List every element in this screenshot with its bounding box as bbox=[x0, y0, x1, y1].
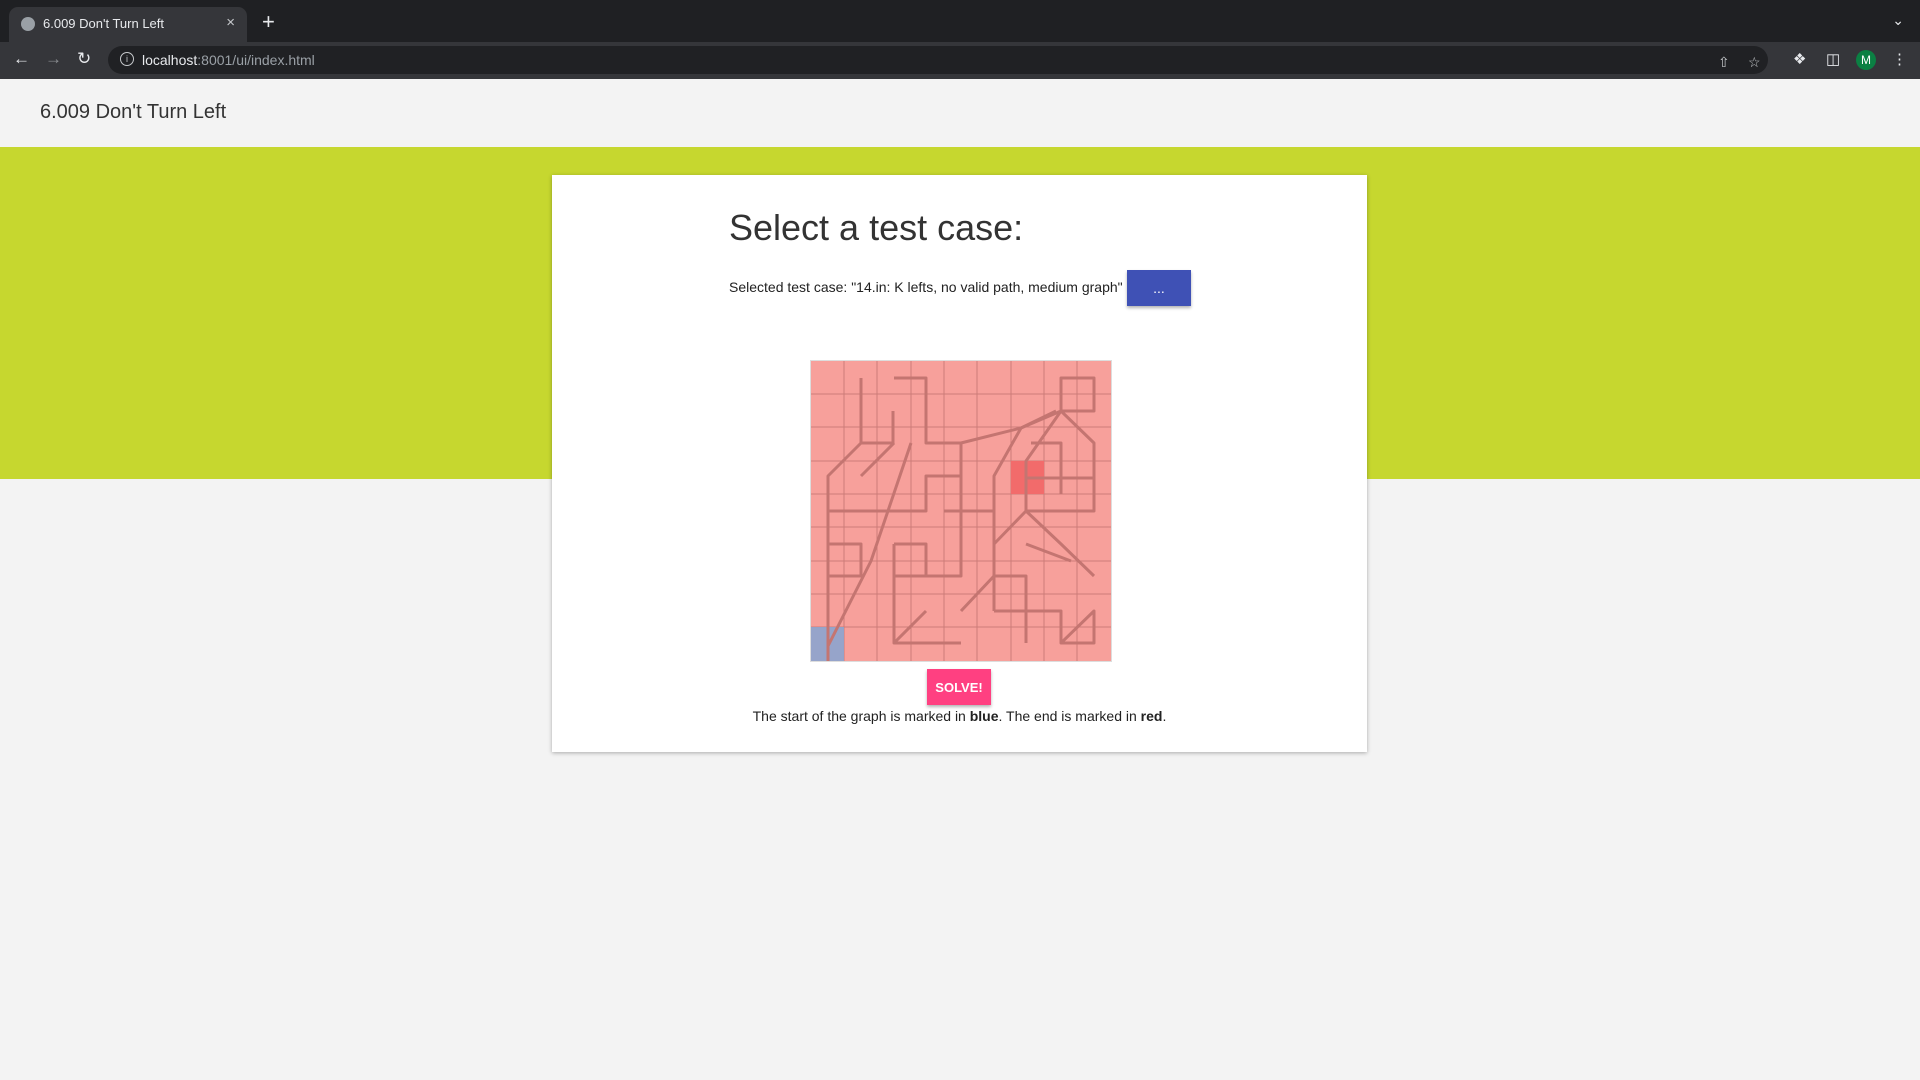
graph-canvas bbox=[811, 361, 1111, 661]
legend-text-1: The start of the graph is marked in bbox=[752, 708, 970, 724]
back-icon[interactable]: ← bbox=[13, 49, 30, 69]
url-text[interactable]: localhost:8001/ui/index.html bbox=[142, 52, 315, 68]
new-tab-button[interactable]: + bbox=[262, 9, 275, 35]
graph-legend: The start of the graph is marked in blue… bbox=[552, 708, 1367, 724]
selected-prefix: Selected test case: bbox=[729, 279, 852, 295]
site-info-icon[interactable]: i bbox=[120, 52, 134, 66]
selected-case-name: "14.in: K lefts, no valid path, medium g… bbox=[851, 279, 1123, 295]
url-path: :8001/ui/index.html bbox=[197, 52, 315, 68]
extensions-icon[interactable]: ❖ bbox=[1793, 50, 1806, 68]
side-panel-icon[interactable]: ◫ bbox=[1826, 50, 1840, 68]
page-heading: Select a test case: bbox=[729, 207, 1024, 248]
close-tab-icon[interactable]: × bbox=[226, 14, 235, 31]
profile-avatar[interactable]: M bbox=[1856, 50, 1876, 70]
forward-icon[interactable]: → bbox=[45, 49, 62, 69]
address-bar[interactable]: i localhost:8001/ui/index.html ⇧ ☆ bbox=[108, 46, 1768, 74]
globe-icon bbox=[21, 17, 35, 31]
app-header: 6.009 Don't Turn Left bbox=[0, 79, 1920, 147]
browser-toolbar: ← → ↻ i localhost:8001/ui/index.html ⇧ ☆… bbox=[0, 42, 1920, 79]
app-title: 6.009 Don't Turn Left bbox=[40, 101, 227, 123]
main-card: Select a test case: Selected test case: … bbox=[552, 175, 1367, 752]
legend-blue: blue bbox=[969, 708, 999, 724]
solve-button[interactable]: SOLVE! bbox=[927, 669, 991, 705]
legend-text-3: . bbox=[1162, 708, 1167, 724]
tab-title: 6.009 Don't Turn Left bbox=[43, 16, 165, 31]
reload-icon[interactable]: ↻ bbox=[77, 49, 91, 69]
tab-search-chevron-icon[interactable]: ⌄ bbox=[1892, 12, 1904, 29]
legend-text-2: . The end is marked in bbox=[998, 708, 1141, 724]
choose-test-case-button[interactable]: ... bbox=[1127, 270, 1191, 306]
legend-red: red bbox=[1140, 708, 1163, 724]
bookmark-star-icon[interactable]: ☆ bbox=[1748, 54, 1761, 71]
browser-tab-bar: 6.009 Don't Turn Left × + ⌄ bbox=[0, 0, 1920, 42]
selected-test-case: Selected test case: "14.in: K lefts, no … bbox=[729, 279, 1123, 295]
url-host: localhost bbox=[142, 52, 198, 68]
share-icon[interactable]: ⇧ bbox=[1718, 54, 1730, 71]
browser-tab[interactable]: 6.009 Don't Turn Left × bbox=[9, 7, 247, 42]
menu-kebab-icon[interactable]: ⋮ bbox=[1892, 50, 1907, 68]
graph-grid bbox=[810, 360, 1112, 662]
